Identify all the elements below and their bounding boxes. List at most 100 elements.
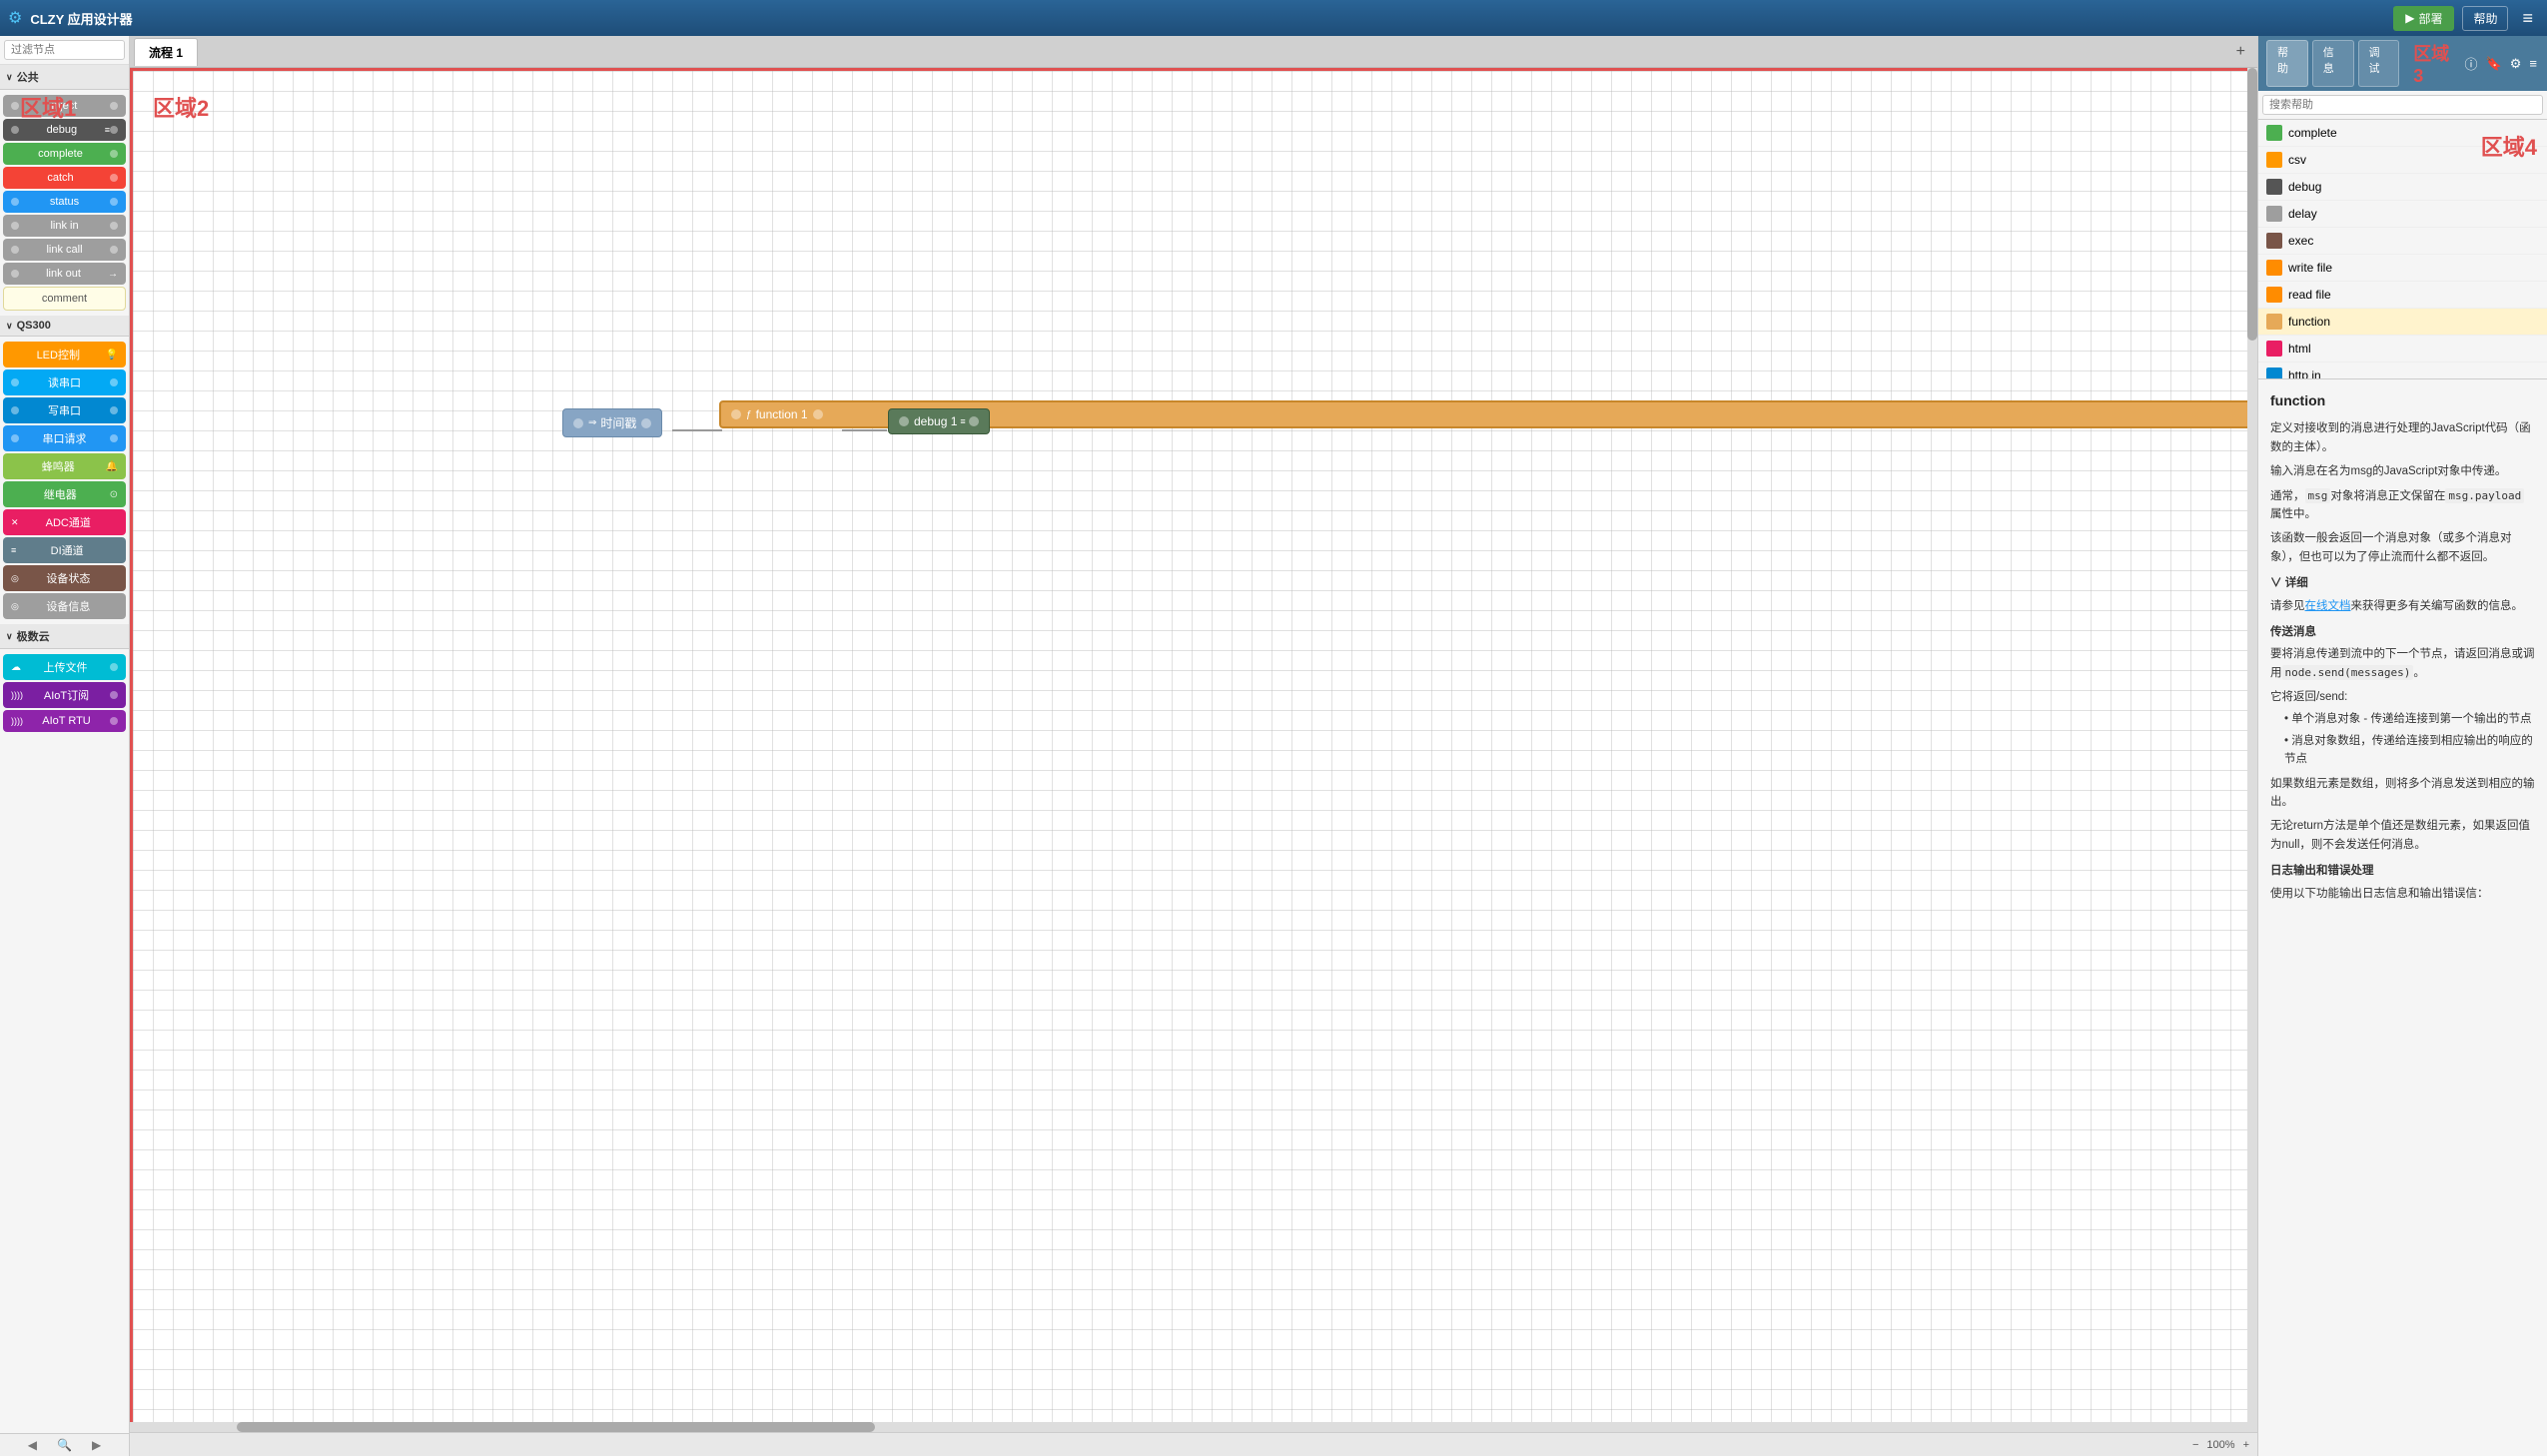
node-dev-info[interactable]: ◎ 设备信息 [3,593,126,619]
app-logo-icon: ⚙ [8,8,22,28]
add-flow-button[interactable]: + [2228,43,2253,61]
adc-icon: ✕ [11,517,19,528]
node-dev-info-label: 设备信息 [19,598,118,614]
rp-node-delay[interactable]: delay [2258,201,2547,228]
canvas-scrollbar-v[interactable] [2247,68,2257,1432]
title-bar: ⚙ CLZY 应用设计器 ▶ 部署 帮助 ≡ [0,0,2547,36]
section-cloud[interactable]: ∨ 极数云 [0,624,129,649]
port-right [110,406,118,414]
rp-node-exec[interactable]: exec [2258,228,2547,255]
port-right [110,222,118,230]
rp-debug-icon [2266,179,2282,195]
canvas-area[interactable]: 区域2 ⇒ 时间戳 [130,68,2257,1456]
rp-menu-icon[interactable]: ≡ [2527,52,2539,75]
node-aiot-rtu-label: AIoT RTU [23,715,110,727]
node-buzzer[interactable]: 蜂鸣器 🔔 [3,453,126,479]
port-left [11,270,19,278]
deploy-button[interactable]: ▶ 部署 [2393,6,2454,31]
node-aiot-subscribe[interactable]: )))) AIoT订阅 [3,682,126,708]
rp-csv-label: csv [2288,153,2306,167]
rp-online-doc-link[interactable]: 在线文档 [2305,600,2351,612]
node-link-call[interactable]: link call [3,239,126,261]
rp-settings-icon[interactable]: ⚙ [2508,52,2524,75]
node-aiot-rtu[interactable]: )))) AIoT RTU [3,710,126,732]
node-complete[interactable]: complete [3,143,126,165]
node-led[interactable]: LED控制 💡 [3,342,126,367]
devstate-icon: ◎ [11,573,19,584]
port-left [11,222,19,230]
rp-info-icon[interactable]: ⓘ [2463,52,2480,75]
rp-node-function-list[interactable]: function [2258,309,2547,336]
node-serial-read[interactable]: 读串口 [3,369,126,395]
node-relay[interactable]: 继电器 ⊙ [3,481,126,507]
node-aiot-subscribe-label: AIoT订阅 [23,687,110,703]
rp-tab-debug[interactable]: 调试 [2358,40,2400,87]
inject-label: 时间戳 [600,414,636,431]
rp-html-icon [2266,341,2282,357]
rp-node-html[interactable]: html [2258,336,2547,363]
node-serial-req[interactable]: 串口请求 [3,425,126,451]
node-complete-label: complete [11,148,110,160]
center-area: 流程 1 + 区域2 ⇒ 时间戳 [130,36,2257,1456]
rp-returns-label: 它将返回/send: [2270,688,2535,706]
menu-button[interactable]: ≡ [2516,6,2539,31]
node-catch[interactable]: catch [3,167,126,189]
help-button[interactable]: 帮助 [2462,6,2508,31]
rp-node-read-file[interactable]: read file [2258,282,2547,309]
rp-node-complete[interactable]: complete [2258,120,2547,147]
scroll-right-icon[interactable]: ▶ [92,1438,101,1452]
rp-node-debug-list[interactable]: debug [2258,174,2547,201]
node-di-label: DI通道 [16,542,118,558]
upload-icon: ☁ [11,662,21,673]
node-comment[interactable]: comment [3,287,126,311]
node-link-in[interactable]: link in [3,215,126,237]
node-inject-label: inject [19,100,110,112]
scroll-left-icon[interactable]: ◀ [28,1438,37,1452]
port-left [11,198,19,206]
node-dev-state[interactable]: ◎ 设备状态 [3,565,126,591]
section-qs300[interactable]: ∨ QS300 [0,316,129,337]
inject-left-port [573,418,583,428]
zoom-in-icon[interactable]: + [2243,1439,2249,1451]
rp-node-http-in[interactable]: http in [2258,363,2547,379]
chevron-down-icon-cloud: ∨ [6,631,13,642]
node-comment-label: comment [12,293,117,305]
rp-function-icon [2266,314,2282,330]
rp-tab-help[interactable]: 帮助 [2266,40,2308,87]
node-adc-label: ADC通道 [19,514,118,530]
inject-arrow-icon: ⇒ [588,417,596,428]
node-adc[interactable]: ✕ ADC通道 [3,509,126,535]
flow-tab-1[interactable]: 流程 1 [134,38,198,66]
title-bar-right: ▶ 部署 帮助 ≡ [2393,6,2539,31]
scrollbar-thumb-v [2247,68,2257,341]
right-panel-header: 帮助 信息 调试 区域3 ⓘ 🔖 ⚙ ≡ [2258,36,2547,91]
node-status[interactable]: status [3,191,126,213]
rp-bookmark-icon[interactable]: 🔖 [2484,52,2504,75]
port-right [110,378,118,386]
canvas-scrollbar-h[interactable] [130,1422,2257,1432]
port-left [11,102,19,110]
node-di[interactable]: ≡ DI通道 [3,537,126,563]
canvas-node-inject[interactable]: ⇒ 时间戳 [562,408,662,437]
node-catch-label: catch [11,172,110,184]
search-bottom-icon[interactable]: 🔍 [57,1438,72,1452]
port-right [110,663,118,671]
rp-search-input[interactable] [2262,95,2543,115]
rp-tab-info[interactable]: 信息 [2312,40,2354,87]
node-link-out[interactable]: link out → [3,263,126,285]
chevron-down-icon-qs300: ∨ [6,321,13,332]
node-inject[interactable]: inject [3,95,126,117]
filter-input[interactable] [4,40,125,60]
zoom-out-icon[interactable]: − [2192,1439,2198,1451]
port-left [11,434,19,442]
node-upload-file[interactable]: ☁ 上传文件 [3,654,126,680]
section-public[interactable]: ∨ 公共 [0,65,129,90]
node-serial-write[interactable]: 写串口 [3,397,126,423]
rp-write-file-icon [2266,260,2282,276]
rp-node-write-file[interactable]: write file [2258,255,2547,282]
canvas-node-debug[interactable]: debug 1 ≡ [888,408,990,434]
node-link-out-label: link out [19,268,108,280]
rp-node-csv[interactable]: csv [2258,147,2547,174]
node-debug[interactable]: debug ≡ [3,119,126,141]
port-left [11,246,19,254]
